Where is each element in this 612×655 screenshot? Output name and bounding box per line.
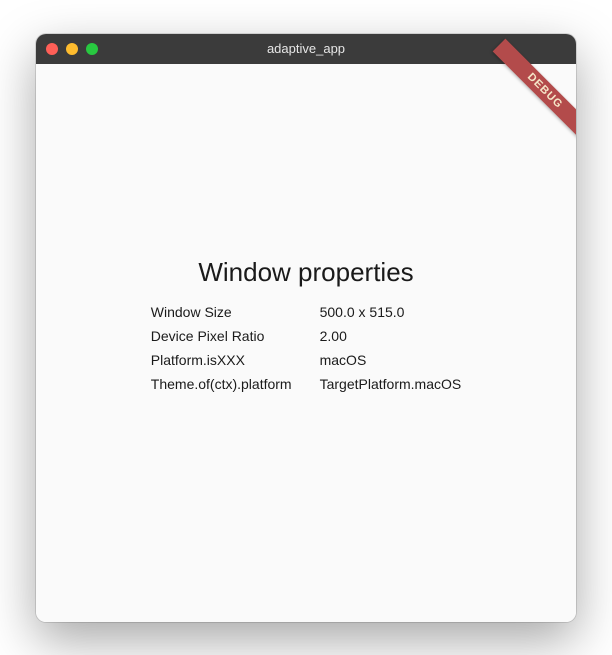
property-value: TargetPlatform.macOS: [320, 376, 462, 392]
window-minimize-button[interactable]: [66, 43, 78, 55]
property-key: Device Pixel Ratio: [151, 328, 292, 344]
property-key: Theme.of(ctx).platform: [151, 376, 292, 392]
traffic-lights: [46, 43, 98, 55]
app-window: adaptive_app DEBUG Window properties Win…: [36, 34, 576, 622]
property-key: Window Size: [151, 304, 292, 320]
page-title: Window properties: [151, 257, 461, 288]
property-value: macOS: [320, 352, 462, 368]
window-maximize-button[interactable]: [86, 43, 98, 55]
properties-grid: Window Size 500.0 x 515.0 Device Pixel R…: [151, 304, 461, 392]
property-value: 500.0 x 515.0: [320, 304, 462, 320]
properties-panel: Window properties Window Size 500.0 x 51…: [151, 257, 461, 392]
property-key: Platform.isXXX: [151, 352, 292, 368]
property-value: 2.00: [320, 328, 462, 344]
content-area: DEBUG Window properties Window Size 500.…: [36, 64, 576, 622]
window-close-button[interactable]: [46, 43, 58, 55]
